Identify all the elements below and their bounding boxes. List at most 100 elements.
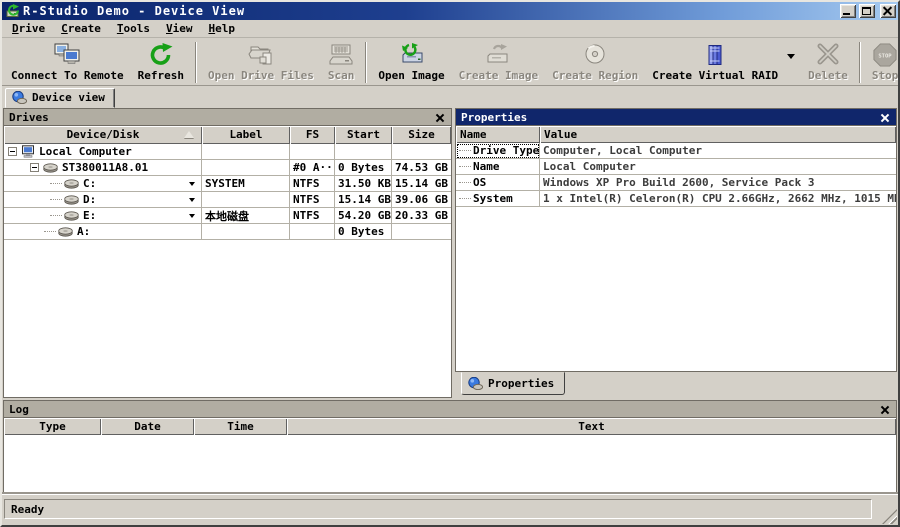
menu-create[interactable]: Create [53,21,109,37]
delete-icon [815,43,841,67]
minimize-button[interactable] [840,4,856,18]
column-header-date[interactable]: Date [101,418,194,435]
open-drive-files-button[interactable]: Open Drive Files [201,40,321,85]
column-header-time[interactable]: Time [194,418,287,435]
menu-create-rest: reate [68,22,101,35]
property-name: Name [473,160,500,173]
properties-close-icon[interactable] [879,112,891,123]
drives-panel-title: Drives [9,111,49,124]
maximize-button[interactable] [859,4,875,18]
drive-row-d[interactable]: D: NTFS 15.14 GB 39.06 GB [4,192,451,208]
drive-dropdown-icon[interactable] [189,198,195,202]
collapse-icon[interactable] [30,163,39,172]
create-virtual-raid-button[interactable]: Create Virtual RAID [645,40,785,83]
connect-remote-icon [54,43,80,67]
drive-row-st380011a[interactable]: ST380011A8.01 #0 A··· 0 Bytes 74.53 GB [4,160,451,176]
property-value: Computer, Local Computer [540,143,896,159]
drive-label: SYSTEM [202,176,290,192]
delete-button[interactable]: Delete [801,40,855,85]
column-header-value[interactable]: Value [540,126,896,143]
column-header-size[interactable]: Size [392,126,451,144]
properties-empty-area [456,207,896,371]
menu-tools[interactable]: Tools [109,21,158,37]
status-message-area: Ready [4,499,872,519]
create-region-button[interactable]: Create Region [545,40,645,85]
open-image-label: Open Image [378,69,444,82]
open-image-button[interactable]: Open Image [371,40,451,85]
properties-tab-strip: Properties [455,372,897,398]
column-header-text[interactable]: Text [287,418,896,435]
sort-ascending-icon [184,131,194,138]
property-value: Local Computer [540,159,896,175]
menu-help[interactable]: Help [201,21,244,37]
drive-label [202,192,290,208]
column-header-device-disk[interactable]: Device/Disk [4,126,202,144]
collapse-icon[interactable] [8,147,17,156]
drive-row-local-computer[interactable]: Local Computer [4,144,451,160]
create-virtual-raid-dropdown-icon[interactable] [787,54,795,59]
drive-size: 74.53 GB [392,160,451,176]
status-bar: Ready [2,494,898,525]
property-row-os[interactable]: OS Windows XP Pro Build 2600, Service Pa… [456,175,896,191]
column-header-name[interactable]: Name [456,126,540,143]
drive-size: 39.06 GB [392,192,451,208]
menu-tools-rest: ools [124,22,151,35]
menu-tools-initial: T [117,22,124,35]
properties-panel-titlebar: Properties [455,108,897,126]
column-header-start[interactable]: Start [335,126,392,144]
drive-row-c[interactable]: C: SYSTEM NTFS 31.50 KB 15.14 GB [4,176,451,192]
create-virtual-raid-label: Create Virtual RAID [652,69,778,82]
create-region-icon [582,43,608,67]
drive-size [392,144,451,160]
menu-view[interactable]: View [158,21,201,37]
column-header-label[interactable]: Label [202,126,290,144]
tab-properties[interactable]: Properties [461,372,565,395]
drive-name: C: [83,177,96,190]
toolbar-separator [365,42,367,83]
log-panel-titlebar: Log [3,400,897,418]
menu-drive[interactable]: Drive [4,21,53,37]
properties-panel: Properties Name Value Drive Type Compute… [455,108,897,398]
create-image-button[interactable]: Create Image [452,40,545,85]
property-row-name[interactable]: Name Local Computer [456,159,896,175]
column-header-fs[interactable]: FS [290,126,335,144]
scan-label: Scan [328,69,355,82]
property-row-drive-type[interactable]: Drive Type Computer, Local Computer [456,143,896,159]
tree-connector [50,199,62,200]
scan-button[interactable]: Scan [321,40,362,85]
toolbar-separator [859,42,861,83]
drive-dropdown-icon[interactable] [189,214,195,218]
menu-bar: Drive Create Tools View Help [2,20,898,38]
main-area: Drives Device/Disk Label FS Start Size [2,108,898,398]
menu-drive-initial: D [12,22,19,35]
property-row-system[interactable]: System 1 x Intel(R) Celeron(R) CPU 2.66G… [456,191,896,207]
tree-connector [459,198,471,199]
computer-icon [21,145,35,158]
drive-row-a[interactable]: A: 0 Bytes [4,224,451,240]
menu-create-initial: C [61,22,68,35]
tab-device-view[interactable]: Device view [5,88,115,108]
drive-start [335,144,392,160]
view-tab-bar: Device view [2,86,898,108]
title-bar[interactable]: R-Studio Demo - Device View [2,2,898,20]
drive-row-e[interactable]: E: 本地磁盘 NTFS 54.20 GB 20.33 GB [4,208,451,224]
connect-to-remote-button[interactable]: Connect To Remote [4,40,131,85]
stop-button[interactable]: STOP Stop [865,40,900,85]
refresh-button[interactable]: Refresh [131,40,191,85]
properties-tab-icon [468,377,483,390]
log-table-header: Type Date Time Text [4,418,896,435]
create-virtual-raid-icon [702,43,728,67]
property-name: System [473,192,513,205]
window-title: R-Studio Demo - Device View [23,4,837,18]
drive-dropdown-icon[interactable] [189,182,195,186]
resize-grip[interactable] [882,509,897,524]
drive-fs: NTFS [290,208,335,224]
drives-close-icon[interactable] [434,112,446,123]
close-button[interactable] [880,4,896,18]
log-close-icon[interactable] [879,404,891,415]
stop-icon-text: STOP [878,53,892,59]
open-drive-files-label: Open Drive Files [208,69,314,82]
column-header-type[interactable]: Type [4,418,101,435]
tree-connector [459,166,471,167]
maximize-icon [862,7,871,15]
